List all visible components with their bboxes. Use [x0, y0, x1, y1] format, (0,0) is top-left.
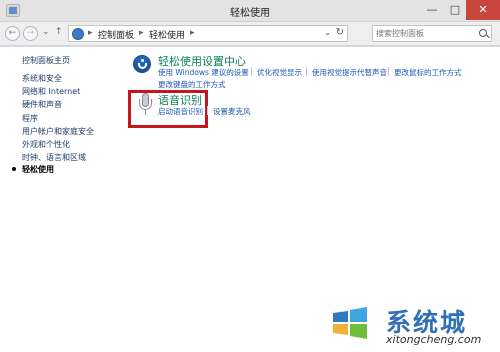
sidebar-item-network-internet[interactable]: 网络和 Internet: [22, 86, 80, 97]
breadcrumb-separator[interactable]: ▸: [88, 28, 93, 38]
sidebar-item-ease-of-access[interactable]: 轻松使用: [22, 164, 54, 175]
sidebar-item-control-panel-home[interactable]: 控制面板主页: [22, 55, 70, 66]
xitongcheng-logo-icon: [333, 307, 367, 339]
search-icon[interactable]: [479, 29, 487, 37]
content-area: 控制面板主页 系统和安全 网络和 Internet 硬件和声音 程序 用户帐户和…: [0, 47, 500, 352]
link-set-up-microphone[interactable]: 设置麦克风: [213, 106, 251, 117]
address-bar[interactable]: ▸ 控制面板 ▸ 轻松使用 ▸ ⌄ ↻: [68, 25, 348, 42]
navigation-bar: ← → ⌄ ↑ ▸ 控制面板 ▸ 轻松使用 ▸ ⌄ ↻: [0, 22, 500, 46]
watermark-url: xitongcheng.com: [386, 333, 482, 346]
back-button[interactable]: ←: [5, 26, 20, 41]
search-input[interactable]: [376, 27, 474, 40]
link-change-mouse[interactable]: 更改鼠标的工作方式: [394, 67, 462, 78]
link-change-keyboard[interactable]: 更改键盘的工作方式: [158, 79, 226, 90]
link-divider: [306, 67, 307, 76]
current-item-bullet: [12, 167, 16, 171]
link-optimize-visual-display[interactable]: 优化视觉显示: [257, 67, 302, 78]
breadcrumb-separator[interactable]: ▸: [190, 28, 195, 38]
sidebar-item-user-accounts[interactable]: 用户帐户和家庭安全: [22, 126, 94, 137]
control-panel-icon: [72, 28, 84, 40]
breadcrumb-separator[interactable]: ▸: [139, 28, 144, 38]
link-recommended-settings[interactable]: 使用 Windows 建议的设置: [158, 67, 249, 78]
sidebar-item-hardware-sound[interactable]: 硬件和声音: [22, 99, 62, 110]
link-divider: [251, 67, 252, 76]
microphone-icon: [139, 92, 152, 116]
sidebar-item-system-security[interactable]: 系统和安全: [22, 73, 62, 84]
breadcrumb-ease-of-access[interactable]: 轻松使用: [149, 28, 185, 41]
sidebar-item-programs[interactable]: 程序: [22, 113, 38, 124]
watermark: 系统城 xitongcheng.com: [328, 301, 488, 351]
maximize-button[interactable]: □: [443, 0, 467, 20]
refresh-icon[interactable]: ↻: [336, 27, 344, 38]
close-button[interactable]: ✕: [466, 0, 500, 20]
breadcrumb-control-panel[interactable]: 控制面板: [98, 28, 134, 41]
recent-locations-dropdown[interactable]: ⌄: [42, 27, 50, 37]
forward-button[interactable]: →: [23, 26, 38, 41]
address-dropdown-icon[interactable]: ⌄: [324, 28, 331, 37]
link-start-speech-recognition[interactable]: 启动语音识别: [158, 106, 203, 117]
link-divider: [207, 106, 208, 115]
sidebar-item-appearance[interactable]: 外观和个性化: [22, 139, 70, 150]
up-button[interactable]: ↑: [55, 27, 63, 37]
search-box[interactable]: [372, 25, 492, 42]
minimize-button[interactable]: —: [420, 0, 444, 20]
title-bar: 轻松使用 — □ ✕: [0, 0, 500, 22]
sidebar: 控制面板主页 系统和安全 网络和 Internet 硬件和声音 程序 用户帐户和…: [0, 47, 120, 352]
ease-of-access-icon: [133, 55, 151, 73]
link-visual-alternatives-for-sounds[interactable]: 使用视觉提示代替声音: [312, 67, 387, 78]
link-divider: [388, 67, 389, 76]
sidebar-item-clock-language-region[interactable]: 时钟、语言和区域: [22, 152, 86, 163]
